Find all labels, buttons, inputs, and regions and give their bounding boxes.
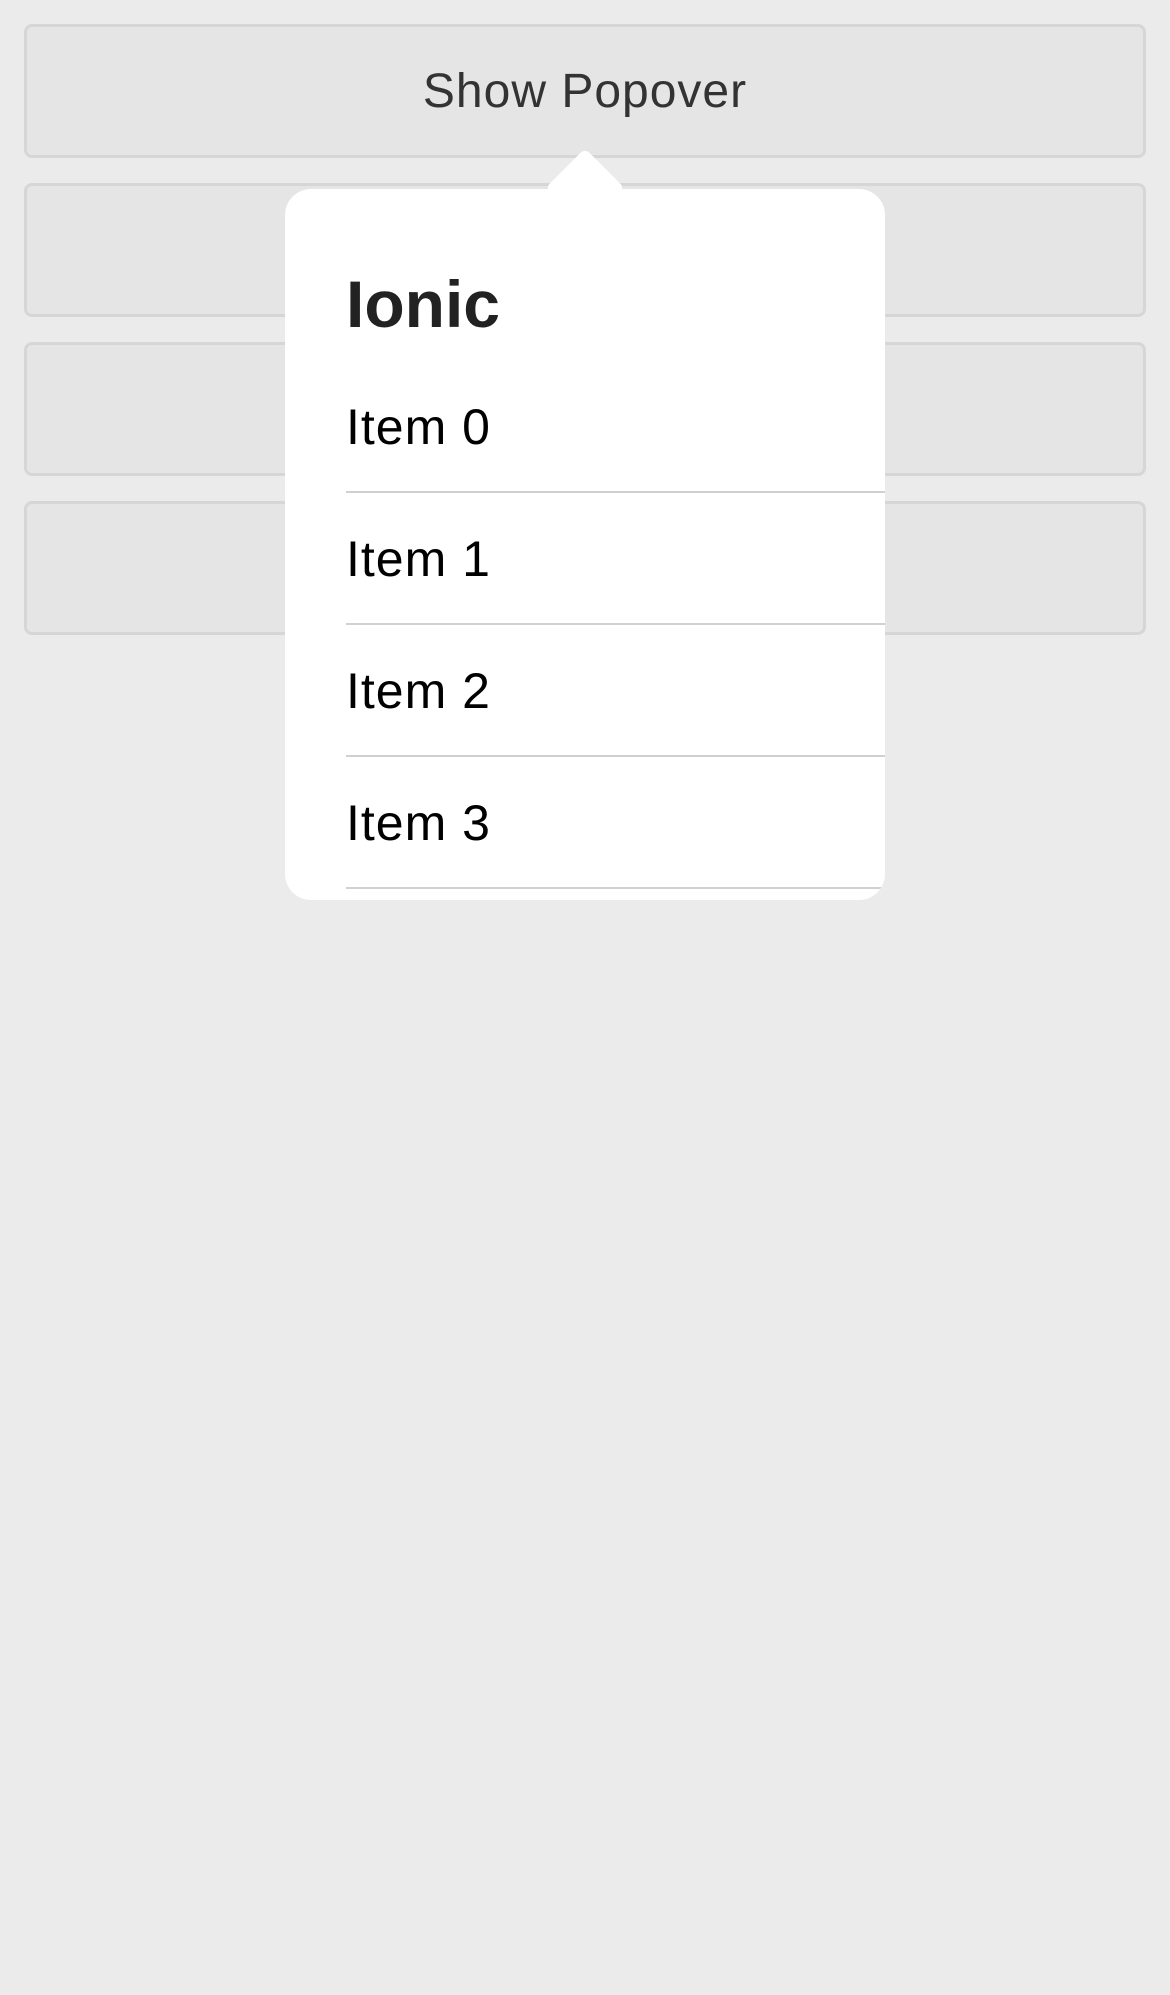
list-item-label: Item 0 [346,399,491,455]
show-popover-button-label: Show Popover [422,64,748,118]
popover-title: Ionic [346,267,501,341]
popover: Ionic Item 0 Item 1 Item 2 Item 3 [285,189,885,900]
popover-list: Item 0 Item 1 Item 2 Item 3 [285,361,885,889]
list-item[interactable]: Item 1 [285,493,885,625]
list-item-label: Item 2 [346,663,491,719]
list-item[interactable]: Item 0 [285,361,885,493]
show-popover-button[interactable]: Show Popover [24,24,1146,158]
list-item-label: Item 1 [346,531,491,587]
list-item[interactable]: Item 3 [285,757,885,889]
list-item[interactable]: Item 2 [285,625,885,757]
list-item-label: Item 3 [346,795,491,851]
